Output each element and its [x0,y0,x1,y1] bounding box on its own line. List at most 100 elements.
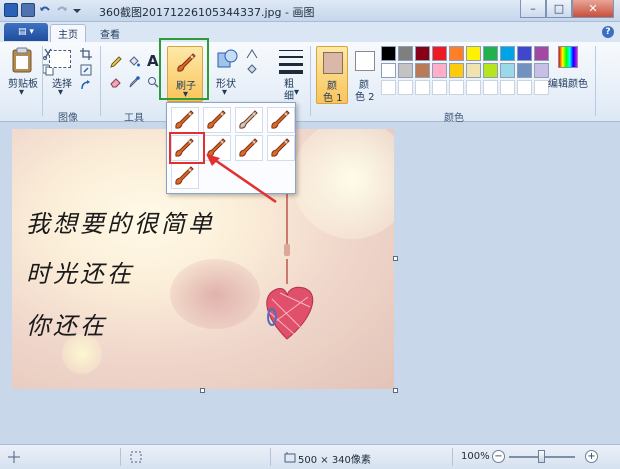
minimize-button[interactable]: – [520,0,546,18]
color-swatch[interactable] [534,63,549,78]
help-icon[interactable]: ? [602,26,614,38]
custom-color-slot[interactable] [466,80,481,95]
close-button[interactable]: ✕ [572,0,614,18]
red-arrow-annotation [206,154,277,204]
select-icon[interactable] [49,50,71,68]
heart-pendant [266,189,314,340]
color-swatch[interactable] [500,63,515,78]
color-swatch[interactable] [466,46,481,61]
custom-color-slot[interactable] [517,80,532,95]
eraser-icon[interactable] [110,76,122,88]
title-bar: 360截图20171226105344337.jpg - 画图 – □ ✕ [0,0,620,22]
brush-option-icon[interactable] [203,107,231,133]
magnifier-icon[interactable] [147,76,159,88]
text-icon[interactable]: A [147,52,159,70]
pencil-icon[interactable] [110,56,122,68]
resize-handle[interactable] [393,388,398,393]
selection-size-icon [130,451,142,463]
save-icon[interactable] [21,3,35,17]
brush-option-icon[interactable] [171,107,199,133]
custom-color-slot[interactable] [432,80,447,95]
color-swatch[interactable] [415,46,430,61]
color-swatch[interactable] [517,46,532,61]
color-swatch[interactable] [517,63,532,78]
color-swatch[interactable] [432,63,447,78]
customize-qat-icon[interactable] [72,3,86,17]
custom-color-slot[interactable] [500,80,515,95]
brushes-highlight-box [159,38,209,100]
chevron-down-icon[interactable]: ▾ [222,87,227,98]
cursor-position-icon [8,451,20,463]
zoom-in-button[interactable]: + [585,450,598,463]
resize-handle[interactable] [200,388,205,393]
resize-icon[interactable] [80,64,92,76]
paint-app-icon[interactable] [4,3,18,17]
color-swatch[interactable] [381,46,396,61]
zoom-out-button[interactable]: − [492,450,505,463]
group-divider [310,46,311,116]
color2-swatch[interactable] [355,51,375,71]
custom-color-slot[interactable] [381,80,396,95]
group-divider [42,46,43,116]
custom-color-slot[interactable] [534,80,549,95]
status-divider [452,448,453,466]
brush-option-icon[interactable] [267,107,295,133]
paint-menu-button[interactable]: ▤ ▾ [4,23,48,41]
color-swatch[interactable] [449,46,464,61]
outline-icon[interactable] [246,48,258,60]
color1-button[interactable]: 颜 色 1 [316,46,348,104]
brush-option-icon[interactable] [235,107,263,133]
clipboard-icon[interactable] [10,47,34,73]
edit-colors-icon[interactable] [558,46,578,68]
chevron-down-icon[interactable]: ▾ [19,87,24,98]
group-divider [595,46,596,116]
rotate-icon[interactable] [80,80,92,92]
edit-colors-label[interactable]: 编辑颜色 [548,75,588,90]
shape-fill-icon[interactable] [246,64,258,76]
zoom-level: 100% [461,451,490,462]
group-divider [100,46,101,116]
color-swatch[interactable] [534,46,549,61]
window-title: 360截图20171226105344337.jpg - 画图 [99,6,315,19]
chevron-down-icon[interactable]: ▾ [58,87,63,98]
custom-color-slot[interactable] [415,80,430,95]
resize-handle[interactable] [393,256,398,261]
undo-icon[interactable] [38,3,52,17]
color-swatch[interactable] [432,46,447,61]
image-text-line3: 你还在 [26,312,107,340]
color-swatch[interactable] [466,63,481,78]
color-swatch[interactable] [500,46,515,61]
quick-access-toolbar [4,3,86,17]
crop-icon[interactable] [80,48,92,60]
color-swatch[interactable] [415,63,430,78]
image-text-line2: 时光还在 [26,260,134,288]
canvas-area[interactable]: 我想要的很简单 时光还在 你还在 [0,122,620,444]
custom-color-slot[interactable] [483,80,498,95]
shapes-icon[interactable] [216,48,238,70]
color-swatch[interactable] [483,46,498,61]
zoom-slider-thumb[interactable] [538,450,545,463]
ribbon-tab-row: ▤ ▾ 主页 查看 ? [0,22,620,42]
color-swatch[interactable] [381,63,396,78]
color2-label-line2[interactable]: 色 2 [355,88,375,103]
color-swatch[interactable] [398,46,413,61]
tab-view[interactable]: 查看 [92,24,128,42]
image-text-line1: 我想要的很简单 [26,210,215,238]
color-swatch[interactable] [398,63,413,78]
status-divider [270,448,271,466]
tab-home[interactable]: 主页 [50,24,86,42]
chevron-down-icon[interactable]: ▾ [294,87,299,98]
maximize-button[interactable]: □ [546,0,572,18]
brush-option-icon[interactable] [171,163,199,189]
custom-color-slot[interactable] [449,80,464,95]
color-swatch[interactable] [483,63,498,78]
redo-icon[interactable] [55,3,69,17]
image-size-text: 500 × 340像素 [298,455,371,466]
image-size-icon [284,452,296,463]
custom-color-slot[interactable] [398,80,413,95]
fill-icon[interactable] [128,56,140,68]
stroke-size-icon[interactable] [279,48,303,74]
color-swatch[interactable] [449,63,464,78]
color-picker-icon[interactable] [128,76,140,88]
stroke-label-line2[interactable]: 细 [284,87,294,102]
